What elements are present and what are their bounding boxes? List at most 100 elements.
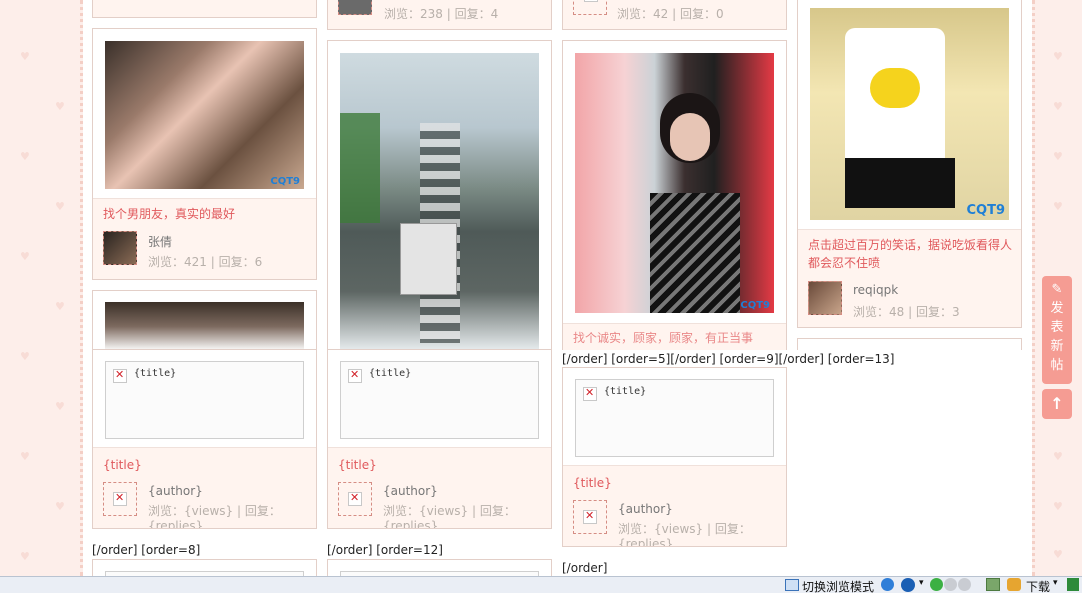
avatar[interactable] [573, 500, 607, 534]
heart-icon: ♥ [1053, 450, 1063, 463]
post-meta: 浏览：{views} | 回复：{replies} [618, 522, 751, 547]
image-alt-text: {title} [369, 368, 412, 379]
heart-icon: ♥ [20, 50, 30, 63]
status-green-icon[interactable] [930, 578, 943, 591]
heart-icon: ♥ [1053, 500, 1063, 513]
template-card[interactable]: {title} {title} {author} 浏览：{views} | 回复… [92, 349, 317, 529]
browser-status-bar: 切换浏览模式 ▾ 下载 ▾ [0, 576, 1082, 594]
post-card[interactable] [92, 0, 317, 18]
raw-markup-text: [/order] [order=8] [92, 543, 201, 557]
left-decor-panel: ♥ ♥ ♥ ♥ ♥ ♥ ♥ ♥ ♥ ♥ ♥ [0, 0, 83, 576]
broken-image-icon [584, 0, 598, 2]
post-title[interactable]: 找个男朋友，真实的最好 [103, 205, 235, 223]
post-card[interactable]: CQT9 找个男朋友，真实的最好 张倩 浏览：421 | 回复：6 [92, 28, 317, 280]
new-post-label: 发表新帖 [1050, 301, 1064, 373]
heart-icon: ♥ [20, 250, 30, 263]
post-image[interactable]: CQT9 [575, 53, 774, 313]
post-author[interactable]: 张倩 [148, 233, 172, 250]
post-title[interactable]: {title} [573, 474, 612, 492]
post-author[interactable]: reqiqpk [853, 283, 898, 297]
watermark-logo: CQT9 [740, 300, 770, 311]
heart-icon: ♥ [55, 400, 65, 413]
raw-markup-text: [/order] [order=5][/order] [order=9][/or… [562, 352, 895, 366]
post-meta: 浏览：238 | 回复：4 [384, 7, 499, 21]
broken-image-icon [113, 491, 127, 506]
avatar[interactable] [338, 482, 372, 516]
broken-image-icon [348, 491, 362, 506]
post-card[interactable]: 浏览：238 | 回复：4 [327, 0, 552, 30]
post-card[interactable] [797, 338, 1022, 350]
heart-icon: ♥ [20, 550, 30, 563]
raw-markup-text: [/order] [order=12] [327, 543, 443, 557]
quill-icon: ✎ [1051, 282, 1063, 297]
heart-icon: ♥ [1053, 100, 1063, 113]
post-author[interactable]: {author} [618, 502, 673, 516]
heart-icon: ♥ [1053, 150, 1063, 163]
post-meta: 浏览：421 | 回复：6 [148, 255, 263, 269]
bus-image [400, 223, 457, 295]
post-image[interactable] [340, 53, 539, 350]
post-card[interactable]: CQT9 找个诚实，顾家，顾家，有正当事 [562, 40, 787, 350]
arrow-up-icon: ↑ [1050, 394, 1064, 413]
heart-icon: ♥ [1053, 200, 1063, 213]
post-card[interactable]: CQT9 点击超过百万的笑话，据说吃饭看得人都会忍不住喷 reqiqpk 浏览：… [797, 0, 1022, 328]
heart-icon: ♥ [20, 150, 30, 163]
template-card[interactable]: {title} {title} {author} 浏览：{views} | 回复… [327, 349, 552, 529]
post-meta: 浏览：42 | 回复：0 [617, 7, 724, 21]
post-title[interactable]: 找个诚实，顾家，顾家，有正当事 [573, 329, 753, 347]
template-card[interactable]: {title} {title} {author} 浏览：{views} | 回复… [562, 367, 787, 547]
avatar[interactable] [338, 0, 372, 15]
waterfall-feed: 浏览：238 | 回复：4 浏览：42 | 回复：0 CQT9 找个男朋友，真实… [83, 0, 1032, 589]
back-to-top-button[interactable]: ↑ [1042, 389, 1072, 419]
broken-image-icon [113, 368, 127, 383]
globe-icon[interactable] [901, 578, 915, 592]
compat-view-icon[interactable] [785, 579, 799, 591]
heart-icon: ♥ [20, 450, 30, 463]
watermark-logo: CQT9 [270, 176, 300, 187]
avatar[interactable] [573, 0, 607, 15]
post-title[interactable]: {title} [338, 456, 377, 474]
heart-icon: ♥ [55, 200, 65, 213]
post-author[interactable]: {author} [383, 484, 438, 498]
post-card[interactable] [327, 40, 552, 350]
download-icon[interactable] [1007, 578, 1021, 591]
heart-icon: ♥ [1053, 548, 1063, 561]
status-gray-icon[interactable] [944, 578, 957, 591]
download-label[interactable]: 下载 [1026, 578, 1050, 594]
ie-icon[interactable] [881, 578, 894, 591]
post-card[interactable] [92, 290, 317, 350]
post-image-placeholder[interactable]: {title} [105, 361, 304, 439]
status-gray-icon[interactable] [958, 578, 971, 591]
heart-icon: ♥ [55, 500, 65, 513]
heart-icon: ♥ [20, 350, 30, 363]
heart-icon: ♥ [55, 100, 65, 113]
heart-icon: ♥ [1053, 50, 1063, 63]
post-image[interactable] [105, 302, 304, 350]
heart-icon: ♥ [55, 300, 65, 313]
dropdown-arrow-icon[interactable]: ▾ [1053, 578, 1058, 592]
dropdown-arrow-icon[interactable]: ▾ [919, 578, 924, 592]
avatar[interactable] [808, 281, 842, 315]
post-title[interactable]: {title} [103, 456, 142, 474]
image-alt-text: {title} [134, 368, 177, 379]
switch-mode-link[interactable]: 切换浏览模式 [802, 578, 874, 594]
post-meta: 浏览：48 | 回复：3 [853, 305, 960, 319]
post-image-placeholder[interactable]: {title} [575, 379, 774, 457]
new-post-button[interactable]: ✎ 发表新帖 [1042, 276, 1072, 384]
post-image[interactable]: CQT9 [810, 8, 1009, 220]
tool-icon[interactable] [986, 578, 1000, 591]
addon-icon[interactable] [1067, 578, 1079, 591]
broken-image-icon [583, 386, 597, 401]
raw-markup-text: [/order] [562, 561, 608, 575]
broken-image-icon [348, 368, 362, 383]
post-author[interactable]: {author} [148, 484, 203, 498]
post-card[interactable]: 浏览：42 | 回复：0 [562, 0, 787, 30]
post-image[interactable]: CQT9 [105, 41, 304, 189]
avatar[interactable] [103, 482, 137, 516]
post-image-placeholder[interactable]: {title} [340, 361, 539, 439]
post-title[interactable]: 点击超过百万的笑话，据说吃饭看得人都会忍不住喷 [808, 236, 1013, 272]
avatar[interactable] [103, 231, 137, 265]
broken-image-icon [583, 509, 597, 524]
post-meta: 浏览：{views} | 回复：{replies} [148, 504, 281, 529]
watermark-logo: CQT9 [966, 203, 1005, 218]
